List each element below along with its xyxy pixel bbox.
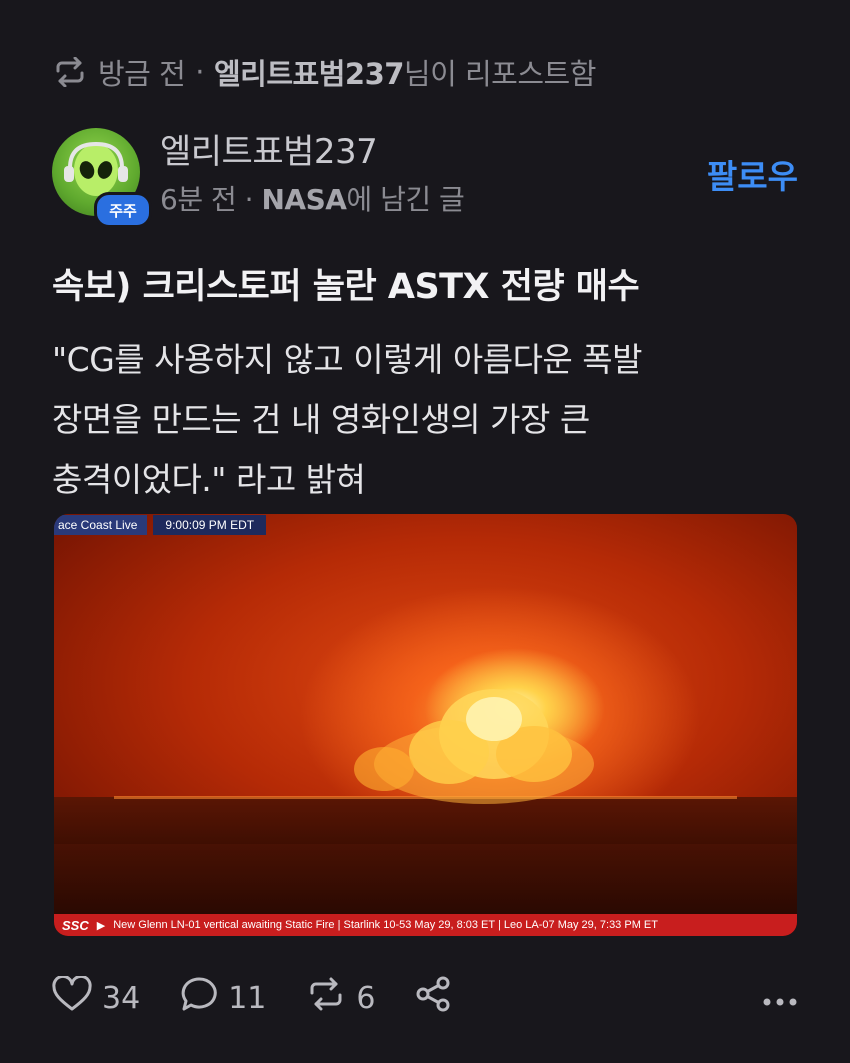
share-icon [415, 975, 453, 1021]
repost-suffix: 님이 리포스트함 [403, 57, 596, 91]
post-title: 속보) 크리스토퍼 놀란 ASTX 전량 매수 [52, 267, 640, 307]
ticker-logo: SSC [62, 917, 89, 933]
stream-channel: ace Coast Live [54, 515, 148, 535]
shareholder-badge: 주주 [94, 192, 152, 228]
explosion-graphic [354, 689, 594, 804]
comment-button[interactable]: 11 [180, 976, 266, 1020]
stream-overlay: ace Coast Live 9:00:09 PM EDT [54, 514, 267, 536]
meta-separator: · [244, 183, 254, 216]
comment-icon [180, 976, 218, 1020]
repost-icon [52, 57, 88, 87]
action-bar: 34 11 6 [52, 974, 798, 1021]
stream-time: 9:00:09 PM EDT [153, 515, 267, 535]
follow-button[interactable]: 팔로우 [707, 150, 798, 198]
repost-icon [306, 977, 346, 1019]
share-button[interactable] [415, 975, 453, 1021]
post-meta: 6분 전 · NASA에 남긴 글 [160, 178, 465, 218]
post-body-line: 충격이었다." 라고 밝혀 [52, 460, 366, 499]
repost-user[interactable]: 엘리트표범237 [214, 57, 404, 91]
more-options-button[interactable] [762, 980, 798, 1015]
author-name[interactable]: 엘리트표범237 [160, 124, 378, 173]
repost-button[interactable]: 6 [306, 977, 375, 1019]
board-name[interactable]: NASA [261, 183, 346, 216]
repost-count: 6 [356, 980, 376, 1016]
news-ticker: SSC ▶ New Glenn LN-01 vertical awaiting … [54, 914, 797, 936]
repost-time: 방금 전 [98, 57, 186, 91]
board-suffix: 에 남긴 글 [346, 183, 465, 216]
heart-icon [52, 974, 92, 1020]
post-body: "CG를 사용하지 않고 이렇게 아름다운 폭발 장면을 만드는 건 내 영화인… [52, 330, 792, 510]
post-body-line: 장면을 만드는 건 내 영화인생의 가장 큰 [52, 400, 590, 439]
like-count: 34 [102, 980, 141, 1016]
post-image[interactable]: ace Coast Live 9:00:09 PM EDT SSC ▶ New … [54, 514, 797, 936]
post-time: 6분 전 [160, 183, 237, 216]
more-icon [762, 980, 798, 1015]
repost-indicator: 방금 전 · 엘리트표범237님이 리포스트함 [52, 52, 596, 92]
ticker-arrow-icon: ▶ [96, 919, 106, 932]
repost-separator: · [195, 55, 204, 89]
comment-count: 11 [228, 980, 267, 1016]
post-body-line: "CG를 사용하지 않고 이렇게 아름다운 폭발 [52, 340, 643, 379]
like-button[interactable]: 34 [52, 974, 141, 1020]
ticker-text: New Glenn LN-01 vertical awaiting Static… [113, 919, 658, 931]
